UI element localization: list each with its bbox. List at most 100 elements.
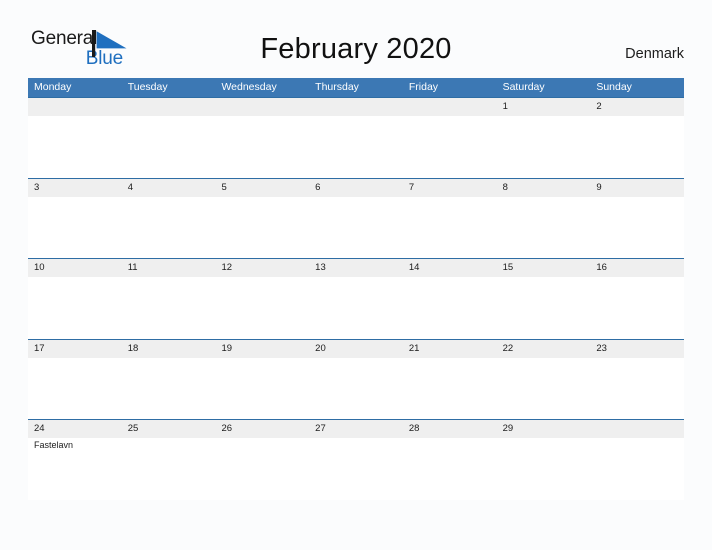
day-events[interactable]: [403, 277, 497, 339]
day-events[interactable]: [215, 116, 309, 178]
day-cell[interactable]: 22: [497, 340, 591, 358]
week-events-strip: [28, 277, 684, 339]
day-events[interactable]: [122, 358, 216, 420]
day-events[interactable]: [215, 277, 309, 339]
day-events[interactable]: [309, 438, 403, 500]
week-events-strip: [28, 358, 684, 420]
day-cell[interactable]: 28: [403, 420, 497, 438]
day-events[interactable]: [403, 116, 497, 178]
day-events[interactable]: [590, 277, 684, 339]
weekday-header-saturday: Saturday: [502, 81, 545, 93]
day-cell[interactable]: 17: [28, 340, 122, 358]
day-cell[interactable]: 4: [122, 179, 216, 197]
day-events[interactable]: [122, 197, 216, 259]
day-events[interactable]: [590, 438, 684, 500]
weekday-header-friday: Friday: [408, 81, 439, 93]
day-events[interactable]: [28, 197, 122, 259]
day-cell[interactable]: [28, 98, 122, 116]
week-row: 17 18 19 20 21 22 23: [28, 338, 684, 420]
day-events[interactable]: [590, 116, 684, 178]
day-events[interactable]: [28, 116, 122, 178]
day-cell[interactable]: 24: [28, 420, 122, 438]
day-number: 26: [221, 423, 233, 434]
day-cell[interactable]: 9: [590, 179, 684, 197]
day-cell[interactable]: 19: [215, 340, 309, 358]
day-events[interactable]: [215, 358, 309, 420]
day-number: 14: [408, 262, 420, 273]
day-number: 19: [221, 342, 233, 354]
page-title: February 2020: [260, 33, 452, 65]
day-events[interactable]: [590, 197, 684, 259]
day-events[interactable]: [403, 438, 497, 500]
weekday-header-thursday: Thursday: [315, 81, 359, 93]
day-events[interactable]: [215, 438, 309, 500]
day-cell[interactable]: [309, 98, 403, 116]
day-number: 3: [34, 181, 40, 193]
day-cell[interactable]: 16: [590, 259, 684, 277]
day-number: 29: [502, 423, 514, 434]
day-events[interactable]: [122, 116, 216, 178]
day-cell[interactable]: 3: [28, 179, 122, 197]
day-number: 11: [127, 262, 138, 273]
weekday-header-sunday: Sunday: [596, 81, 632, 93]
day-cell[interactable]: 2: [590, 98, 684, 116]
week-date-band: 3 4 5 6 7 8 9: [28, 178, 684, 197]
weekday-header-wednesday: Wednesday: [221, 81, 277, 93]
day-events[interactable]: [122, 277, 216, 339]
day-events[interactable]: [215, 197, 309, 259]
day-cell[interactable]: 27: [309, 420, 403, 438]
day-events[interactable]: [497, 438, 591, 500]
day-events[interactable]: [497, 197, 591, 259]
week-date-band: 10 11 12 13 14 15 16: [28, 259, 684, 277]
day-events[interactable]: [403, 197, 497, 259]
day-events[interactable]: [497, 277, 591, 339]
week-date-band: 1 2: [28, 98, 684, 116]
day-cell[interactable]: [122, 98, 216, 116]
day-cell[interactable]: 10: [28, 259, 122, 277]
day-events[interactable]: [497, 116, 591, 178]
event-label: Fastelavn: [34, 440, 74, 450]
day-cell[interactable]: 18: [122, 340, 216, 358]
week-row: 24 25 26 27 28 29 Fastelavn: [28, 419, 684, 500]
day-cell[interactable]: [403, 98, 497, 116]
day-number: 6: [315, 181, 321, 193]
day-events[interactable]: [497, 358, 591, 420]
day-cell[interactable]: 5: [215, 179, 309, 197]
day-events[interactable]: Fastelavn: [28, 438, 122, 500]
day-cell[interactable]: 6: [309, 179, 403, 197]
day-cell[interactable]: 26: [215, 420, 309, 438]
day-cell[interactable]: 25: [122, 420, 216, 438]
day-number: 18: [127, 342, 139, 354]
day-cell[interactable]: [215, 98, 309, 116]
weekday-header-monday: Monday: [34, 81, 72, 93]
day-cell[interactable]: 15: [497, 259, 591, 277]
week-row: 10 11 12 13 14 15 16: [28, 258, 684, 339]
day-cell[interactable]: 1: [497, 98, 591, 116]
day-number: 21: [408, 342, 420, 354]
day-events[interactable]: [28, 358, 122, 420]
day-cell[interactable]: 23: [590, 340, 684, 358]
day-cell[interactable]: [590, 420, 684, 438]
day-cell[interactable]: 11: [122, 259, 216, 277]
day-events[interactable]: [590, 358, 684, 420]
day-cell[interactable]: 14: [403, 259, 497, 277]
day-cell[interactable]: 29: [497, 420, 591, 438]
day-number: 12: [221, 262, 233, 273]
weekday-header-row: Monday Tuesday Wednesday Thursday Friday…: [28, 78, 684, 97]
day-cell[interactable]: 7: [403, 179, 497, 197]
day-cell[interactable]: 13: [309, 259, 403, 277]
day-events[interactable]: [309, 277, 403, 339]
day-cell[interactable]: 20: [309, 340, 403, 358]
day-events[interactable]: [309, 116, 403, 178]
day-number: 13: [315, 262, 326, 273]
day-number: 24: [34, 423, 45, 434]
day-number: 27: [315, 423, 326, 434]
day-events[interactable]: [28, 277, 122, 339]
day-events[interactable]: [309, 358, 403, 420]
day-cell[interactable]: 21: [403, 340, 497, 358]
day-cell[interactable]: 12: [215, 259, 309, 277]
day-events[interactable]: [122, 438, 216, 500]
day-events[interactable]: [403, 358, 497, 420]
day-cell[interactable]: 8: [497, 179, 591, 197]
day-events[interactable]: [309, 197, 403, 259]
